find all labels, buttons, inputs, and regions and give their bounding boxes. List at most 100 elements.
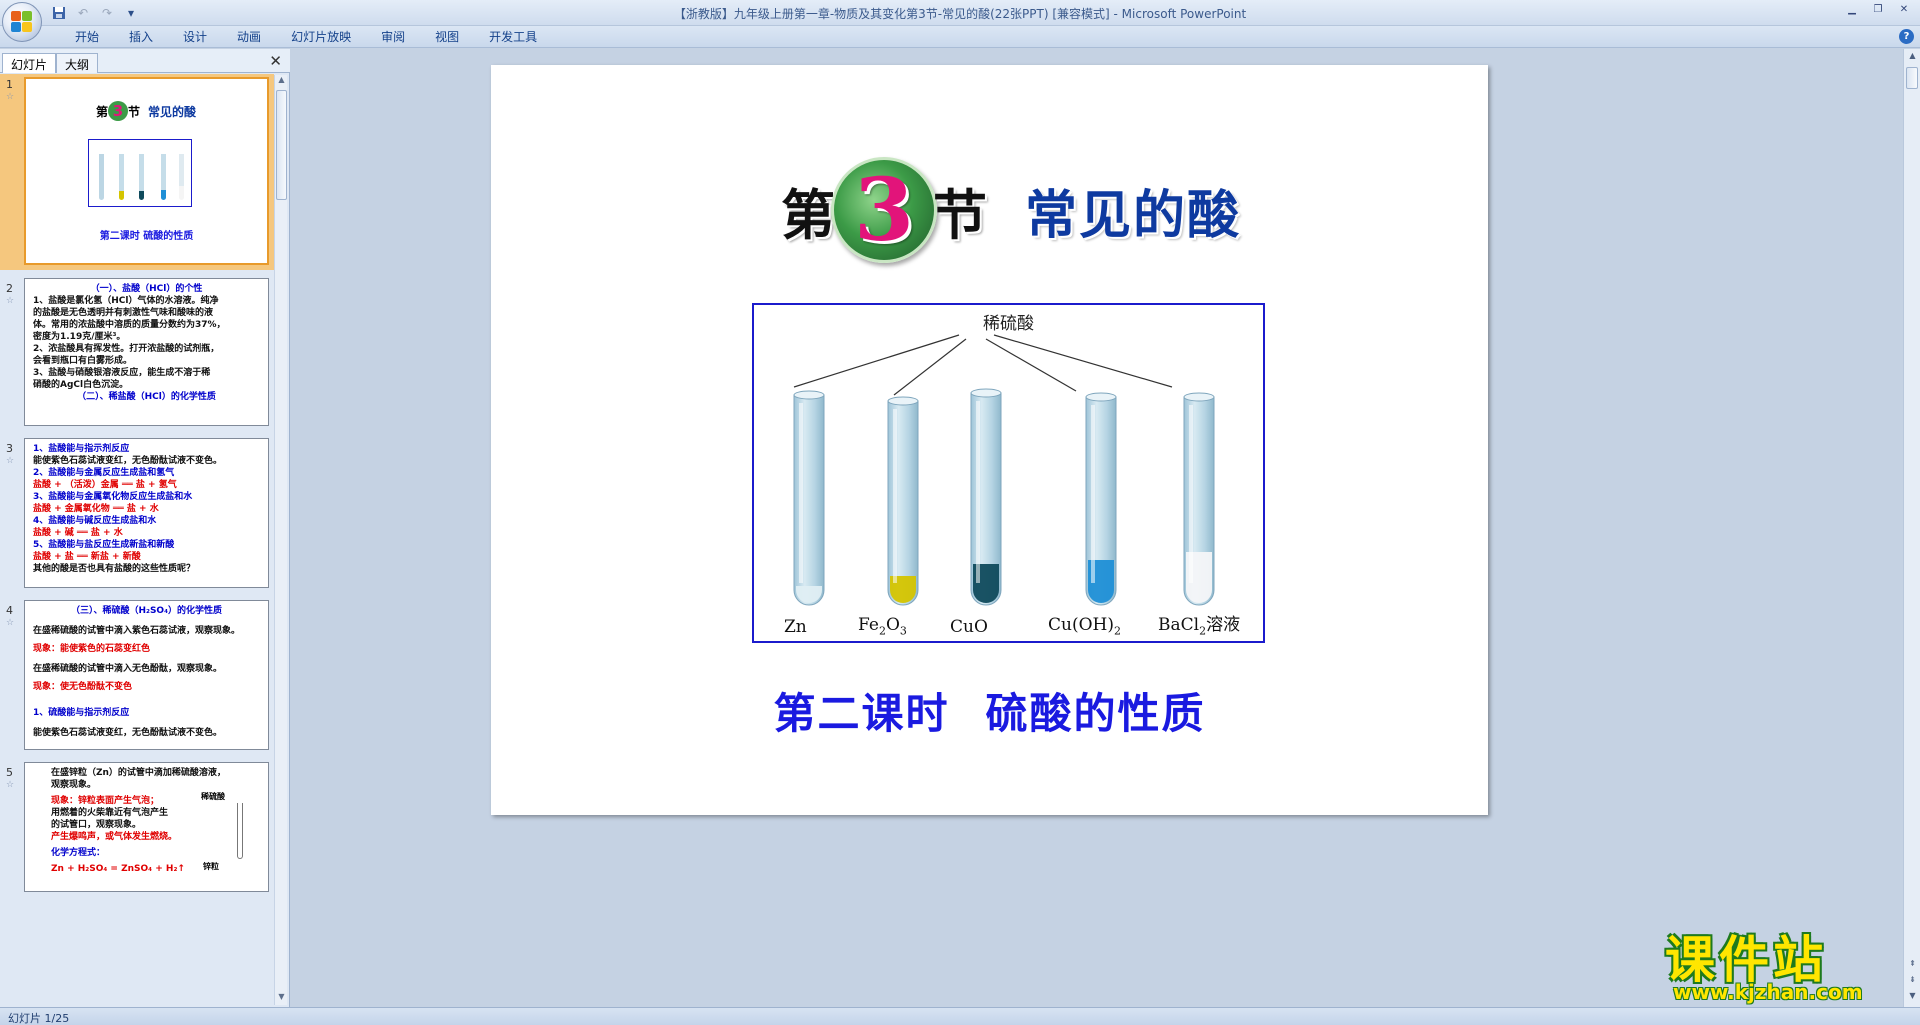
slide-number: 3 <box>6 442 13 455</box>
thumb-line: 盐酸 + 金属氧化物 ══ 盐 + 水 <box>33 504 159 514</box>
transition-star-icon: ☆ <box>6 618 15 628</box>
tab-home[interactable]: 开始 <box>60 29 114 45</box>
thumb-title: 第 3 节 常见的酸 <box>96 101 196 121</box>
thumbnail-slide-3[interactable]: 3 ☆ 1、盐酸能与指示剂反应 能使紫色石蕊试液变红，无色酚酞试液不变色。 2、… <box>0 438 274 590</box>
watermark-logo: 课件站 www.kjzhan.com <box>1665 920 1905 1010</box>
slide-number: 4 <box>6 604 13 617</box>
scroll-up-icon[interactable]: ▲ <box>1906 51 1919 60</box>
tab-review[interactable]: 审阅 <box>366 29 420 45</box>
slides-pane: 幻灯片 大纲 ✕ 1 ☆ 第 3 节 常见的酸 第二课时 硫酸的性质 2 ☆ （… <box>0 49 290 1007</box>
connector-line <box>985 338 1077 392</box>
thumb-line: （一）、盐酸（HCl）的个性 <box>90 284 203 294</box>
title-text: 常见的酸 <box>1025 185 1242 246</box>
office-button[interactable] <box>2 2 42 42</box>
thumb-line: Zn + H₂SO₄ = ZnSO₄ + H₂↑ <box>51 864 185 874</box>
tab-view[interactable]: 视图 <box>420 29 474 45</box>
thumb-line: 体。常用的浓盐酸中溶质的质量分数约为37%， <box>33 320 226 330</box>
scroll-up-icon[interactable]: ▲ <box>275 75 288 88</box>
test-tube-drawing <box>793 334 1215 606</box>
thumb-line: 密度为1.19克/厘米³。 <box>33 332 126 342</box>
slide-number: 5 <box>6 766 13 779</box>
transition-star-icon: ☆ <box>6 780 15 790</box>
tab-outline[interactable]: 大纲 <box>56 53 99 73</box>
scroll-thumb[interactable] <box>1906 67 1918 89</box>
thumb-line: 3、盐酸能与金属氧化物反应生成盐和水 <box>33 492 193 502</box>
thumb-line: 在盛稀硫酸的试管中滴入紫色石蕊试液，观察现象。 <box>33 626 241 636</box>
thumb-line: 盐酸 + 碱 ══ 盐 + 水 <box>33 528 123 538</box>
thumbnail-slide-4[interactable]: 4 ☆ （三）、稀硫酸（H₂SO₄）的化学性质 在盛稀硫酸的试管中滴入紫色石蕊试… <box>0 600 274 752</box>
thumb-line: 化学方程式： <box>51 848 106 858</box>
close-pane-icon[interactable]: ✕ <box>269 52 282 70</box>
thumb-line: 观察现象。 <box>51 780 97 790</box>
thumbnail-image: （一）、盐酸（HCl）的个性 1、盐酸是氯化氢（HCl）气体的水溶液。纯净 的盐… <box>24 278 269 426</box>
thumb-line: 1、盐酸能与指示剂反应 <box>33 444 130 454</box>
section-number-badge: 3 <box>831 157 937 263</box>
connector-line <box>893 338 967 396</box>
thumb-line: 5、盐酸能与盐反应生成新盐和新酸 <box>33 540 175 550</box>
close-icon[interactable]: ✕ <box>1892 2 1916 18</box>
pane-tabs: 幻灯片 大纲 ✕ <box>0 49 290 73</box>
thumbnail-image: 第 3 节 常见的酸 第二课时 硫酸的性质 <box>24 77 269 265</box>
thumb-line: 现象：使无色酚酞不变色 <box>33 682 133 692</box>
tube-label-cuo: CuO <box>950 617 988 637</box>
thumb-label-zinc: 锌粒 <box>203 862 219 871</box>
thumb-subtitle: 第二课时 硫酸的性质 <box>99 231 194 242</box>
help-icon[interactable]: ? <box>1899 29 1914 44</box>
thumbnail-slide-2[interactable]: 2 ☆ （一）、盐酸（HCl）的个性 1、盐酸是氯化氢（HCl）气体的水溶液。纯… <box>0 278 274 428</box>
thumb-line: 产生爆鸣声，或气体发生燃烧。 <box>51 832 178 842</box>
test-tube <box>970 388 1002 606</box>
window-controls: ▁ ❐ ✕ <box>1840 2 1916 18</box>
scroll-down-icon[interactable]: ▼ <box>275 992 288 1005</box>
slide-subtitle[interactable]: 第二课时 硫酸的性质 <box>491 680 1488 741</box>
thumb-badge: 3 <box>108 101 129 121</box>
connector-line <box>993 334 1173 388</box>
thumb-line: 在盛锌粒（Zn）的试管中滴加稀硫酸溶液， <box>51 768 226 778</box>
scroll-thumb[interactable] <box>276 90 287 200</box>
tube-label-fe2o3: Fe2O3 <box>858 614 907 637</box>
thumbnail-image: （三）、稀硫酸（H₂SO₄）的化学性质 在盛稀硫酸的试管中滴入紫色石蕊试液，观察… <box>24 600 269 750</box>
thumbnail-slide-5[interactable]: 5 ☆ 在盛锌粒（Zn）的试管中滴加稀硫酸溶液， 观察现象。 现象：锌粒表面产生… <box>0 762 274 892</box>
transition-star-icon: ☆ <box>6 92 15 102</box>
thumb-line: 盐酸 + （活泼）金属 ══ 盐 + 氢气 <box>33 480 177 490</box>
thumb-line: 在盛稀硫酸的试管中滴入无色酚酞，观察现象。 <box>33 664 223 674</box>
watermark-url: www.kjzhan.com <box>1673 980 1863 1004</box>
thumb-title-a: 第 <box>96 104 109 119</box>
transition-star-icon: ☆ <box>6 296 15 306</box>
thumb-line: 2、浓盐酸具有挥发性。打开浓盐酸的试剂瓶， <box>33 344 220 354</box>
tab-insert[interactable]: 插入 <box>114 29 168 45</box>
thumb-line: （二）、稀盐酸（HCl）的化学性质 <box>77 392 216 402</box>
minimize-icon[interactable]: ▁ <box>1840 2 1864 18</box>
next-slide-icon[interactable]: ⇟ <box>1906 975 1919 984</box>
thumb-line: 硝酸的AgCl白色沉淀。 <box>33 380 129 390</box>
connector-line <box>793 334 960 388</box>
thumb-line: 1、盐酸是氯化氢（HCl）气体的水溶液。纯净 <box>33 296 219 306</box>
tab-design[interactable]: 设计 <box>168 29 222 45</box>
test-tube <box>1183 392 1215 606</box>
tab-slideshow[interactable]: 幻灯片放映 <box>276 29 366 45</box>
tab-slides[interactable]: 幻灯片 <box>2 53 57 73</box>
restore-icon[interactable]: ❐ <box>1866 2 1890 18</box>
thumb-line: 4、盐酸能与碱反应生成盐和水 <box>33 516 157 526</box>
slide-title[interactable]: 第 3 节 常见的酸 <box>781 155 1241 265</box>
editor-scrollbar[interactable]: ▲ ⇞ ⇟ ▼ <box>1903 49 1920 1007</box>
section-number: 3 <box>854 159 914 261</box>
test-tube <box>887 396 919 606</box>
subtitle-topic: 硫酸的性质 <box>985 689 1206 738</box>
tab-animations[interactable]: 动画 <box>222 29 276 45</box>
current-slide[interactable]: 第 3 节 常见的酸 稀硫酸 Zn Fe2O3 CuO Cu(OH)2 BaCl… <box>491 65 1488 815</box>
status-bar: 幻灯片 1/25 <box>0 1007 1920 1025</box>
thumb-line: 的盐酸是无色透明并有刺激性气味和酸味的液 <box>33 308 214 318</box>
previous-slide-icon[interactable]: ⇞ <box>1906 959 1919 968</box>
test-tube <box>1085 392 1117 606</box>
thumb-title-b: 节 <box>128 104 141 119</box>
tab-developer[interactable]: 开发工具 <box>474 29 552 45</box>
thumbnail-slide-1[interactable]: 1 ☆ 第 3 节 常见的酸 第二课时 硫酸的性质 <box>0 74 274 270</box>
thumb-test-tube <box>237 803 243 859</box>
thumb-line: 能使紫色石蕊试液变红，无色酚酞试液不变色。 <box>33 456 223 466</box>
thumb-line: 盐酸 + 盐 ══ 新盐 + 新酸 <box>33 552 141 562</box>
test-tube-figure[interactable]: 稀硫酸 Zn Fe2O3 CuO Cu(OH)2 BaCl2溶液 <box>752 303 1265 643</box>
transition-star-icon: ☆ <box>6 456 15 466</box>
scroll-down-icon[interactable]: ▼ <box>1906 991 1919 1000</box>
thumbnail-scrollbar[interactable]: ▲ ▼ <box>274 75 287 1005</box>
thumb-line: 其他的酸是否也具有盐酸的这些性质呢？ <box>33 564 196 574</box>
